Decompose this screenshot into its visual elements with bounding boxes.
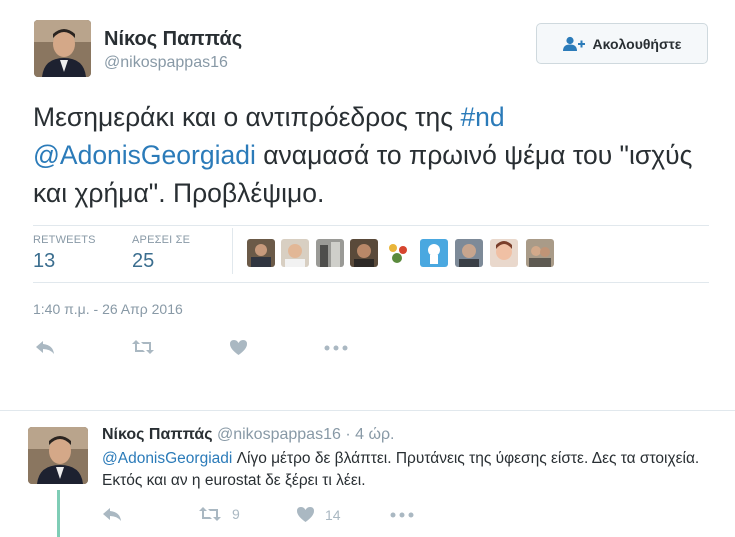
- retweet-icon: [198, 506, 222, 522]
- liker-avatar[interactable]: [350, 239, 378, 267]
- liker-avatar[interactable]: [490, 239, 518, 267]
- reply-like-count: 14: [325, 506, 341, 523]
- thread-line: [57, 490, 60, 537]
- reply-author-name[interactable]: Νίκος Παππάς: [102, 426, 213, 443]
- more-icon: [390, 512, 414, 518]
- stats-bottom-divider: [33, 282, 709, 283]
- reply-button[interactable]: [35, 339, 55, 355]
- retweets-count: 13: [33, 250, 56, 272]
- like-button[interactable]: [229, 339, 248, 356]
- tweet-text: Μεσημεράκι και ο αντιπρόεδρος της #nd @Ad…: [33, 98, 713, 212]
- reply-icon: [35, 339, 55, 355]
- retweets-stat[interactable]: RETWEETS 13: [33, 234, 96, 273]
- author-avatar[interactable]: [34, 20, 91, 77]
- reply-author-avatar[interactable]: [28, 427, 88, 484]
- reply-time[interactable]: · 4 ώρ.: [345, 426, 394, 443]
- author-handle[interactable]: @nikospappas16: [104, 54, 228, 72]
- retweets-label: RETWEETS: [33, 234, 96, 246]
- heart-icon: [296, 506, 315, 523]
- retweet-icon: [131, 339, 155, 355]
- liker-avatar[interactable]: [281, 239, 309, 267]
- tweet-text-part-1: Μεσημεράκι και ο αντιπρόεδρος της: [33, 102, 461, 132]
- liker-avatar[interactable]: [316, 239, 344, 267]
- reply-icon: [102, 506, 122, 522]
- author-name[interactable]: Νίκος Παππάς: [104, 28, 242, 51]
- section-divider: [0, 410, 735, 411]
- reply-reply-button[interactable]: [102, 506, 122, 522]
- heart-icon: [229, 339, 248, 356]
- user-plus-icon: [562, 36, 585, 52]
- likes-stat[interactable]: ΑΡΕΣΕΙ ΣΕ 25: [132, 234, 190, 273]
- reply-header: Νίκος Παππάς @nikospappas16 · 4 ώρ.: [102, 426, 394, 444]
- more-icon: [324, 345, 348, 351]
- liker-avatar[interactable]: [455, 239, 483, 267]
- follow-label: Ακολουθήστε: [592, 35, 682, 52]
- reply-retweet-button[interactable]: 9: [198, 506, 240, 522]
- hashtag-link[interactable]: #nd: [460, 102, 504, 132]
- retweet-button[interactable]: [131, 339, 155, 355]
- reply-more-button[interactable]: [390, 512, 414, 518]
- reply-author-handle[interactable]: @nikospappas16: [217, 426, 341, 443]
- stats-separator: [232, 228, 233, 274]
- mention-link[interactable]: @AdonisGeorgiadi: [33, 140, 256, 170]
- stats-top-divider: [33, 225, 709, 226]
- reply-mention-link[interactable]: @AdonisGeorgiadi: [102, 450, 232, 467]
- liker-avatar[interactable]: [384, 239, 412, 267]
- follow-button[interactable]: Ακολουθήστε: [536, 23, 708, 64]
- likes-label: ΑΡΕΣΕΙ ΣΕ: [132, 234, 191, 246]
- liker-avatar[interactable]: [526, 239, 554, 267]
- liker-avatar[interactable]: [247, 239, 275, 267]
- liker-avatar[interactable]: [420, 239, 448, 267]
- reply-text: @AdonisGeorgiadi Λίγο μέτρο δε βλάπτει. …: [102, 448, 702, 492]
- reply-retweet-count: 9: [232, 506, 240, 522]
- reply-like-button[interactable]: 14: [296, 506, 341, 523]
- more-button[interactable]: [324, 345, 348, 351]
- likes-count: 25: [132, 250, 155, 272]
- tweet-timestamp[interactable]: 1:40 π.μ. - 26 Απρ 2016: [33, 301, 183, 317]
